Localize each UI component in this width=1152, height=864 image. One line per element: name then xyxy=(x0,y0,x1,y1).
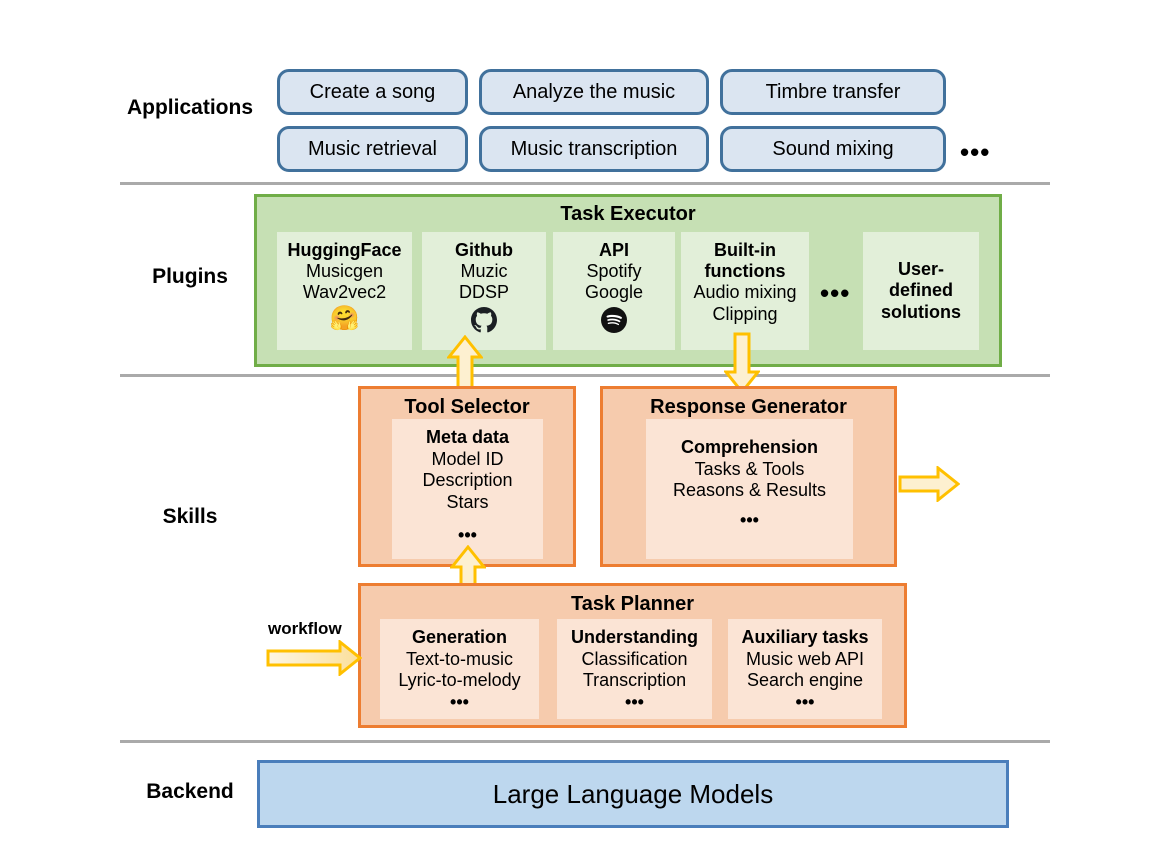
app-box-label: Sound mixing xyxy=(772,137,894,160)
group-item: Classification xyxy=(581,648,688,669)
plugin-item: Spotify xyxy=(586,261,642,282)
row-label-backend: Backend xyxy=(146,780,234,803)
group-ellipsis: ••• xyxy=(450,691,469,712)
divider-plugins-skills xyxy=(120,374,1050,377)
plugin-name: HuggingFace xyxy=(287,240,402,260)
tool-selector-title: Tool Selector xyxy=(404,396,530,418)
plugin-box-github[interactable]: Github Muzic DDSP xyxy=(422,232,546,350)
plugin-name: Github xyxy=(455,240,513,260)
app-box-label: Timbre transfer xyxy=(765,80,901,103)
group-item: Search engine xyxy=(746,670,864,691)
app-box-label: Analyze the music xyxy=(512,80,676,103)
task-planner-group-generation[interactable]: Generation Text-to-music Lyric-to-melody… xyxy=(380,619,539,719)
metadata-item: Description xyxy=(422,470,513,491)
plugin-item: DDSP xyxy=(458,282,509,303)
plugin-item: Wav2vec2 xyxy=(302,282,387,303)
group-item: Music web API xyxy=(745,648,865,669)
metadata-ellipsis: ••• xyxy=(458,525,477,546)
app-box-label: Create a song xyxy=(309,80,436,103)
divider-applications-plugins xyxy=(120,182,1050,185)
group-ellipsis: ••• xyxy=(625,691,644,712)
group-item: Lyric-to-melody xyxy=(398,670,521,691)
group-name: Generation xyxy=(411,627,508,647)
plugin-box-huggingface[interactable]: HuggingFace Musicgen Wav2vec2 🤗 xyxy=(277,232,412,350)
plugin-item: Musicgen xyxy=(305,261,384,282)
comprehension-item: Tasks & Tools xyxy=(694,458,805,479)
plugin-item: Muzic xyxy=(460,261,508,282)
metadata-item: Stars xyxy=(446,491,489,512)
plugin-box-api[interactable]: API Spotify Google xyxy=(553,232,675,350)
group-ellipsis: ••• xyxy=(795,691,815,712)
backend-label: Large Language Models xyxy=(492,778,774,809)
group-item: Text-to-music xyxy=(405,648,513,669)
plugin-name-line1: Built-in xyxy=(714,240,776,260)
row-label-applications: Applications xyxy=(126,96,253,119)
app-box-label: Music transcription xyxy=(510,137,678,160)
plugin-name: API xyxy=(598,240,629,260)
divider-skills-backend xyxy=(120,740,1050,743)
row-label-skills: Skills xyxy=(162,505,218,528)
backend-llm-box[interactable]: Large Language Models xyxy=(257,760,1009,828)
plugin-item: Google xyxy=(584,282,644,303)
huggingface-icon: 🤗 xyxy=(329,304,360,332)
group-name: Auxiliary tasks xyxy=(741,627,869,647)
app-box-music-transcription[interactable]: Music transcription xyxy=(479,126,709,172)
app-box-analyze-the-music[interactable]: Analyze the music xyxy=(479,69,709,115)
plugin-item: Clipping xyxy=(712,303,778,324)
plugin-box-user-defined-solutions[interactable]: User- defined solutions xyxy=(863,232,979,350)
plugin-item: Audio mixing xyxy=(693,282,797,303)
app-box-create-a-song[interactable]: Create a song xyxy=(277,69,468,115)
plugins-ellipsis: ••• xyxy=(820,278,851,308)
applications-ellipsis: ••• xyxy=(960,137,991,167)
metadata-item: Model ID xyxy=(431,448,504,469)
metadata-title: Meta data xyxy=(425,427,510,447)
app-box-music-retrieval[interactable]: Music retrieval xyxy=(277,126,468,172)
response-generator-title: Response Generator xyxy=(650,396,847,418)
comprehension-item: Reasons & Results xyxy=(672,480,827,501)
plugin-name-line3: solutions xyxy=(881,301,961,322)
task-planner-group-understanding[interactable]: Understanding Classification Transcripti… xyxy=(557,619,712,719)
plugin-name-line2: functions xyxy=(704,261,786,282)
app-box-sound-mixing[interactable]: Sound mixing xyxy=(720,126,946,172)
response-generator-comprehension-panel[interactable]: Comprehension Tasks & Tools Reasons & Re… xyxy=(646,419,853,559)
comprehension-ellipsis: ••• xyxy=(740,509,759,530)
github-icon xyxy=(471,306,497,333)
app-box-timbre-transfer[interactable]: Timbre transfer xyxy=(720,69,946,115)
architecture-diagram: Applications Plugins Skills Backend Crea… xyxy=(0,0,1152,864)
tool-selector-metadata-panel[interactable]: Meta data Model ID Description Stars ••• xyxy=(392,419,543,559)
huggingface-icon-glyph: 🤗 xyxy=(329,304,360,332)
app-box-label: Music retrieval xyxy=(308,137,437,160)
spotify-icon xyxy=(601,306,627,333)
group-item: Transcription xyxy=(582,670,687,691)
arrow-right-workflow-input xyxy=(266,638,363,678)
arrow-down-plugins-to-response-generator xyxy=(722,332,762,395)
group-name: Understanding xyxy=(570,627,698,647)
comprehension-title: Comprehension xyxy=(680,437,818,457)
task-planner-group-auxiliary-tasks[interactable]: Auxiliary tasks Music web API Search eng… xyxy=(728,619,882,719)
task-planner-title: Task Planner xyxy=(570,593,695,615)
workflow-label: workflow xyxy=(268,619,342,638)
plugin-name-line2: defined xyxy=(888,280,953,301)
arrow-right-response-output xyxy=(898,464,961,504)
plugin-name-line1: User- xyxy=(897,259,945,280)
task-executor-title: Task Executor xyxy=(560,203,696,225)
row-label-plugins: Plugins xyxy=(152,265,228,288)
